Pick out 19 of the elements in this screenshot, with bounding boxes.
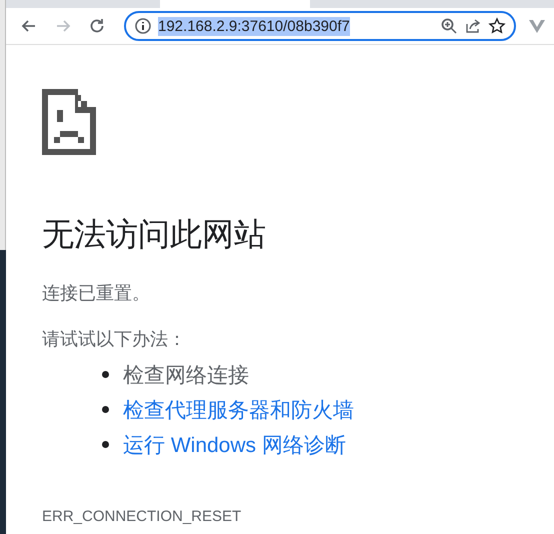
address-bar[interactable]: 192.168.2.9:37610/08b390f7 xyxy=(124,11,516,41)
error-code: ERR_CONNECTION_RESET xyxy=(42,508,242,525)
extension-logo-icon[interactable] xyxy=(528,17,546,35)
error-title: 无法访问此网站 xyxy=(42,215,267,254)
suggestions-heading: 请试试以下办法： xyxy=(42,328,187,351)
info-icon[interactable] xyxy=(134,17,152,35)
error-message: 连接已重置。 xyxy=(42,282,151,305)
reload-icon xyxy=(88,17,106,35)
bullet-icon xyxy=(102,406,109,413)
share-icon[interactable] xyxy=(464,17,482,35)
star-icon[interactable] xyxy=(488,17,506,35)
url-text: 192.168.2.9:37610/08b390f7 xyxy=(158,16,350,36)
suggestion-text: 检查网络连接 xyxy=(123,362,249,388)
zoom-icon[interactable] xyxy=(440,17,458,35)
sad-document-icon xyxy=(42,89,96,155)
bullet-icon xyxy=(102,371,109,378)
bullet-icon xyxy=(102,441,109,448)
suggestion-link[interactable]: 运行 Windows 网络诊断 xyxy=(123,430,346,458)
suggestion-link[interactable]: 检查代理服务器和防火墙 xyxy=(123,396,354,424)
